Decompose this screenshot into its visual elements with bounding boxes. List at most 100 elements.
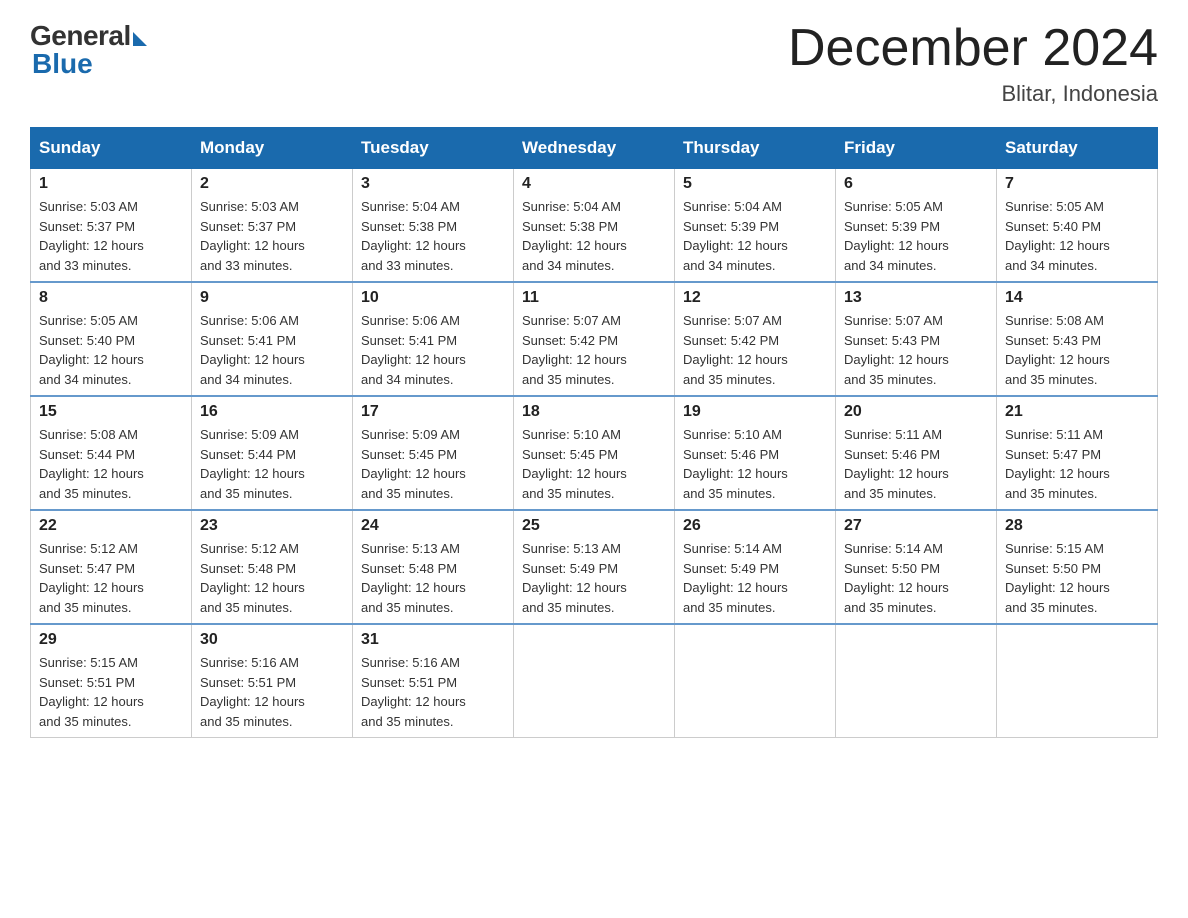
calendar-cell: 22 Sunrise: 5:12 AM Sunset: 5:47 PM Dayl… — [31, 510, 192, 624]
calendar-cell — [675, 624, 836, 738]
day-info: Sunrise: 5:12 AM Sunset: 5:48 PM Dayligh… — [200, 539, 344, 617]
calendar-cell: 14 Sunrise: 5:08 AM Sunset: 5:43 PM Dayl… — [997, 282, 1158, 396]
day-number: 1 — [39, 175, 183, 193]
column-header-monday: Monday — [192, 128, 353, 169]
calendar-cell: 20 Sunrise: 5:11 AM Sunset: 5:46 PM Dayl… — [836, 396, 997, 510]
day-number: 28 — [1005, 517, 1149, 535]
calendar-cell: 7 Sunrise: 5:05 AM Sunset: 5:40 PM Dayli… — [997, 169, 1158, 283]
day-info: Sunrise: 5:05 AM Sunset: 5:40 PM Dayligh… — [1005, 197, 1149, 275]
day-number: 25 — [522, 517, 666, 535]
day-number: 18 — [522, 403, 666, 421]
day-info: Sunrise: 5:07 AM Sunset: 5:42 PM Dayligh… — [522, 311, 666, 389]
day-number: 10 — [361, 289, 505, 307]
day-info: Sunrise: 5:15 AM Sunset: 5:51 PM Dayligh… — [39, 653, 183, 731]
day-info: Sunrise: 5:13 AM Sunset: 5:48 PM Dayligh… — [361, 539, 505, 617]
calendar-week-2: 8 Sunrise: 5:05 AM Sunset: 5:40 PM Dayli… — [31, 282, 1158, 396]
day-number: 2 — [200, 175, 344, 193]
day-info: Sunrise: 5:12 AM Sunset: 5:47 PM Dayligh… — [39, 539, 183, 617]
column-header-thursday: Thursday — [675, 128, 836, 169]
calendar-cell: 27 Sunrise: 5:14 AM Sunset: 5:50 PM Dayl… — [836, 510, 997, 624]
day-info: Sunrise: 5:05 AM Sunset: 5:40 PM Dayligh… — [39, 311, 183, 389]
column-header-wednesday: Wednesday — [514, 128, 675, 169]
day-number: 24 — [361, 517, 505, 535]
calendar-cell: 1 Sunrise: 5:03 AM Sunset: 5:37 PM Dayli… — [31, 169, 192, 283]
column-header-sunday: Sunday — [31, 128, 192, 169]
column-header-tuesday: Tuesday — [353, 128, 514, 169]
day-info: Sunrise: 5:15 AM Sunset: 5:50 PM Dayligh… — [1005, 539, 1149, 617]
day-info: Sunrise: 5:06 AM Sunset: 5:41 PM Dayligh… — [200, 311, 344, 389]
calendar-cell: 31 Sunrise: 5:16 AM Sunset: 5:51 PM Dayl… — [353, 624, 514, 738]
logo-blue-text: Blue — [32, 48, 93, 80]
day-number: 30 — [200, 631, 344, 649]
day-number: 4 — [522, 175, 666, 193]
day-info: Sunrise: 5:07 AM Sunset: 5:42 PM Dayligh… — [683, 311, 827, 389]
day-number: 3 — [361, 175, 505, 193]
calendar-week-4: 22 Sunrise: 5:12 AM Sunset: 5:47 PM Dayl… — [31, 510, 1158, 624]
calendar-cell: 26 Sunrise: 5:14 AM Sunset: 5:49 PM Dayl… — [675, 510, 836, 624]
calendar-cell: 17 Sunrise: 5:09 AM Sunset: 5:45 PM Dayl… — [353, 396, 514, 510]
day-info: Sunrise: 5:11 AM Sunset: 5:46 PM Dayligh… — [844, 425, 988, 503]
calendar-cell: 21 Sunrise: 5:11 AM Sunset: 5:47 PM Dayl… — [997, 396, 1158, 510]
day-number: 16 — [200, 403, 344, 421]
day-info: Sunrise: 5:10 AM Sunset: 5:46 PM Dayligh… — [683, 425, 827, 503]
day-number: 22 — [39, 517, 183, 535]
day-info: Sunrise: 5:13 AM Sunset: 5:49 PM Dayligh… — [522, 539, 666, 617]
calendar-cell: 12 Sunrise: 5:07 AM Sunset: 5:42 PM Dayl… — [675, 282, 836, 396]
day-info: Sunrise: 5:16 AM Sunset: 5:51 PM Dayligh… — [361, 653, 505, 731]
calendar-cell: 2 Sunrise: 5:03 AM Sunset: 5:37 PM Dayli… — [192, 169, 353, 283]
day-info: Sunrise: 5:09 AM Sunset: 5:44 PM Dayligh… — [200, 425, 344, 503]
day-info: Sunrise: 5:14 AM Sunset: 5:49 PM Dayligh… — [683, 539, 827, 617]
day-info: Sunrise: 5:11 AM Sunset: 5:47 PM Dayligh… — [1005, 425, 1149, 503]
day-number: 20 — [844, 403, 988, 421]
day-number: 26 — [683, 517, 827, 535]
calendar-cell: 6 Sunrise: 5:05 AM Sunset: 5:39 PM Dayli… — [836, 169, 997, 283]
day-number: 31 — [361, 631, 505, 649]
calendar-cell: 8 Sunrise: 5:05 AM Sunset: 5:40 PM Dayli… — [31, 282, 192, 396]
day-number: 6 — [844, 175, 988, 193]
calendar-cell: 3 Sunrise: 5:04 AM Sunset: 5:38 PM Dayli… — [353, 169, 514, 283]
calendar-week-5: 29 Sunrise: 5:15 AM Sunset: 5:51 PM Dayl… — [31, 624, 1158, 738]
day-info: Sunrise: 5:06 AM Sunset: 5:41 PM Dayligh… — [361, 311, 505, 389]
day-number: 12 — [683, 289, 827, 307]
calendar-cell: 30 Sunrise: 5:16 AM Sunset: 5:51 PM Dayl… — [192, 624, 353, 738]
day-info: Sunrise: 5:04 AM Sunset: 5:38 PM Dayligh… — [361, 197, 505, 275]
day-number: 5 — [683, 175, 827, 193]
calendar-cell: 18 Sunrise: 5:10 AM Sunset: 5:45 PM Dayl… — [514, 396, 675, 510]
day-number: 14 — [1005, 289, 1149, 307]
calendar-cell: 10 Sunrise: 5:06 AM Sunset: 5:41 PM Dayl… — [353, 282, 514, 396]
calendar-cell: 13 Sunrise: 5:07 AM Sunset: 5:43 PM Dayl… — [836, 282, 997, 396]
day-number: 29 — [39, 631, 183, 649]
calendar-cell: 19 Sunrise: 5:10 AM Sunset: 5:46 PM Dayl… — [675, 396, 836, 510]
calendar-cell: 16 Sunrise: 5:09 AM Sunset: 5:44 PM Dayl… — [192, 396, 353, 510]
day-number: 7 — [1005, 175, 1149, 193]
day-info: Sunrise: 5:10 AM Sunset: 5:45 PM Dayligh… — [522, 425, 666, 503]
page-header: General Blue December 2024 Blitar, Indon… — [30, 20, 1158, 107]
calendar-cell: 4 Sunrise: 5:04 AM Sunset: 5:38 PM Dayli… — [514, 169, 675, 283]
day-info: Sunrise: 5:09 AM Sunset: 5:45 PM Dayligh… — [361, 425, 505, 503]
day-info: Sunrise: 5:08 AM Sunset: 5:43 PM Dayligh… — [1005, 311, 1149, 389]
calendar-cell: 9 Sunrise: 5:06 AM Sunset: 5:41 PM Dayli… — [192, 282, 353, 396]
day-info: Sunrise: 5:16 AM Sunset: 5:51 PM Dayligh… — [200, 653, 344, 731]
calendar-cell — [997, 624, 1158, 738]
column-header-saturday: Saturday — [997, 128, 1158, 169]
calendar-cell: 29 Sunrise: 5:15 AM Sunset: 5:51 PM Dayl… — [31, 624, 192, 738]
logo: General Blue — [30, 20, 147, 80]
calendar-cell — [836, 624, 997, 738]
day-number: 9 — [200, 289, 344, 307]
day-number: 13 — [844, 289, 988, 307]
day-number: 8 — [39, 289, 183, 307]
day-number: 15 — [39, 403, 183, 421]
day-number: 17 — [361, 403, 505, 421]
logo-triangle-icon — [133, 32, 147, 46]
day-info: Sunrise: 5:03 AM Sunset: 5:37 PM Dayligh… — [39, 197, 183, 275]
calendar-cell: 25 Sunrise: 5:13 AM Sunset: 5:49 PM Dayl… — [514, 510, 675, 624]
month-title: December 2024 — [788, 20, 1158, 77]
calendar-cell: 5 Sunrise: 5:04 AM Sunset: 5:39 PM Dayli… — [675, 169, 836, 283]
calendar-cell: 23 Sunrise: 5:12 AM Sunset: 5:48 PM Dayl… — [192, 510, 353, 624]
column-header-friday: Friday — [836, 128, 997, 169]
day-number: 19 — [683, 403, 827, 421]
day-number: 23 — [200, 517, 344, 535]
calendar-cell: 11 Sunrise: 5:07 AM Sunset: 5:42 PM Dayl… — [514, 282, 675, 396]
day-info: Sunrise: 5:05 AM Sunset: 5:39 PM Dayligh… — [844, 197, 988, 275]
day-info: Sunrise: 5:03 AM Sunset: 5:37 PM Dayligh… — [200, 197, 344, 275]
